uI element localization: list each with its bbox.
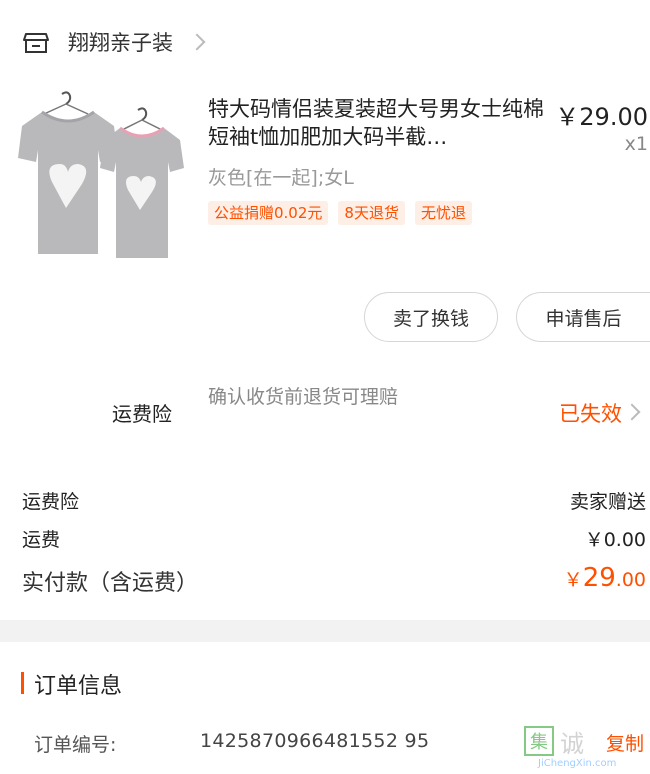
section-accent-bar: [21, 672, 24, 694]
watermark-en: JiChengXin.com: [538, 758, 617, 769]
service-tags: 公益捐赠0.02元 8天退货 无忧退: [208, 201, 472, 225]
store-icon: [23, 33, 49, 53]
section-divider: [0, 620, 650, 642]
insurance-label: 运费险: [112, 402, 172, 426]
tag-charity: 公益捐赠0.02元: [208, 201, 329, 225]
watermark-cn: 诚: [560, 730, 586, 758]
insurance-status[interactable]: 已失效: [559, 398, 622, 428]
total-currency: ￥: [563, 569, 583, 591]
product-image[interactable]: [14, 90, 194, 265]
summary-value-insurance: 卖家赠送: [569, 491, 646, 513]
order-number-label: 订单编号:: [34, 734, 117, 756]
tag-worry-free: 无忧退: [414, 201, 472, 225]
store-name: 翔翔亲子装: [68, 31, 173, 55]
order-number-value: 1425870966481552 95: [200, 730, 430, 752]
sell-button[interactable]: 卖了换钱: [364, 292, 498, 342]
summary-label-shipping: 运费: [22, 529, 61, 551]
total-label: 实付款（含运费）: [22, 571, 199, 596]
chevron-right-icon[interactable]: [623, 403, 641, 421]
product-quantity: x1: [624, 133, 648, 155]
order-info-title: 订单信息: [34, 674, 123, 699]
total-integer: 29: [582, 563, 616, 593]
product-sku: 灰色[在一起];女L: [208, 167, 354, 189]
summary-value-shipping: ￥0.00: [584, 529, 646, 551]
product-title[interactable]: 特大码情侣装夏装超大号男女士纯棉短袖t恤加肥加大码半截…: [208, 95, 553, 151]
tag-return-days: 8天退货: [338, 201, 405, 225]
total-decimal: .00: [615, 569, 646, 591]
watermark-box: 集: [524, 726, 554, 756]
after-sale-button[interactable]: 申请售后: [516, 292, 650, 342]
chevron-right-icon: [188, 33, 206, 51]
summary-label-insurance: 运费险: [22, 491, 80, 513]
copy-button[interactable]: 复制: [606, 729, 644, 756]
total-amount: ￥29.00: [564, 563, 646, 593]
insurance-description: 确认收货前退货可理赔: [208, 386, 399, 408]
product-price: ￥29.00: [555, 103, 648, 131]
store-header[interactable]: 翔翔亲子装: [22, 22, 206, 62]
